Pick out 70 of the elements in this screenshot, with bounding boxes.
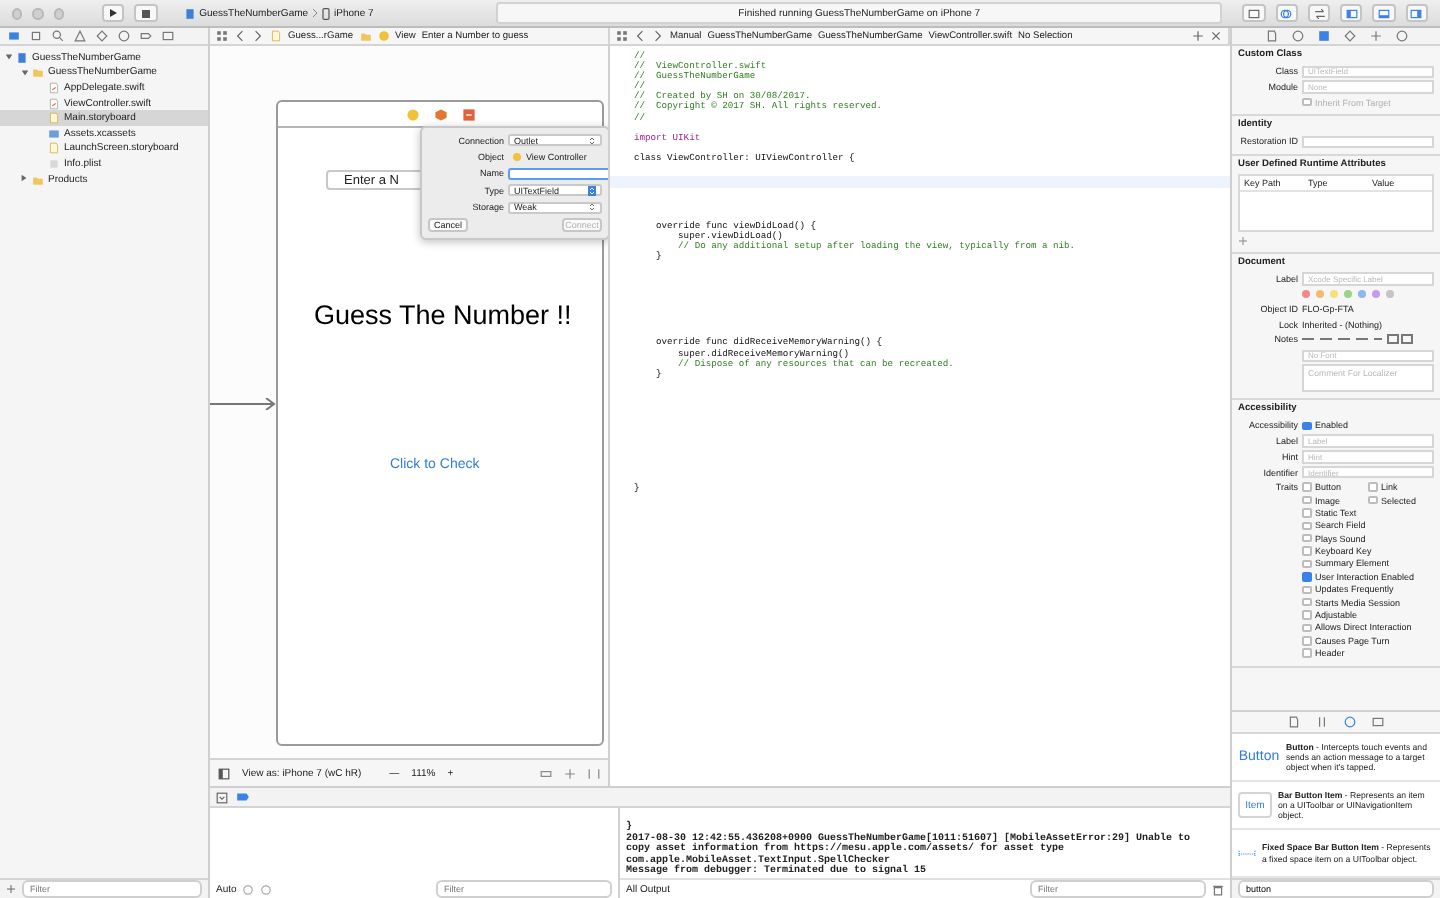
left-panel-icon xyxy=(1345,7,1358,19)
editor-icon xyxy=(1248,7,1261,19)
title-label: Guess The Number !! xyxy=(314,300,572,330)
assistant-editor-button[interactable] xyxy=(1275,4,1298,22)
grid-icon[interactable] xyxy=(216,30,228,42)
breakpoints-icon[interactable] xyxy=(236,792,250,802)
chevron-icon xyxy=(588,185,596,196)
label-color-swatch[interactable] xyxy=(1386,289,1394,298)
file-icon[interactable] xyxy=(1288,716,1300,728)
swift-file-icon xyxy=(48,81,60,94)
label-color-swatch[interactable] xyxy=(1330,289,1338,298)
close-icon[interactable] xyxy=(1210,30,1222,42)
swift-file-icon xyxy=(48,97,60,110)
breakpoint-icon[interactable] xyxy=(140,30,152,42)
run-button[interactable] xyxy=(102,4,125,22)
stop-icon xyxy=(141,9,150,17)
disclosure-icon[interactable] xyxy=(20,174,28,183)
label-color-swatch[interactable] xyxy=(1344,289,1352,298)
project-icon xyxy=(16,51,28,64)
label-color-swatch[interactable] xyxy=(1358,289,1366,298)
exit-icon[interactable] xyxy=(461,107,475,121)
entry-arrow xyxy=(210,398,276,410)
storyboard-file-icon xyxy=(48,112,60,125)
right-panel-icon xyxy=(1410,7,1423,19)
hide-debug-icon[interactable] xyxy=(216,791,228,803)
standard-editor-button[interactable] xyxy=(1242,4,1266,22)
forward-icon[interactable] xyxy=(652,30,664,42)
restoration-id-field[interactable] xyxy=(1302,135,1434,149)
grid-icon[interactable] xyxy=(616,30,628,42)
bottom-panel-icon xyxy=(1378,7,1391,19)
version-editor-button[interactable] xyxy=(1307,4,1331,22)
name-field[interactable] xyxy=(508,167,608,180)
storyboard-file-icon xyxy=(48,142,60,155)
project-icon xyxy=(183,7,196,19)
add-icon[interactable] xyxy=(6,884,16,894)
label-color-swatch[interactable] xyxy=(1316,289,1324,298)
back-icon[interactable] xyxy=(634,30,646,42)
asset-catalog-icon xyxy=(48,127,60,140)
view-controller-icon xyxy=(512,152,522,163)
add-icon[interactable] xyxy=(1238,235,1248,246)
rings-icon xyxy=(1280,7,1293,19)
diamond-icon[interactable] xyxy=(96,30,108,42)
back-icon[interactable] xyxy=(234,30,246,42)
stop-button[interactable] xyxy=(134,4,158,22)
fixed-space-icon xyxy=(1238,847,1256,859)
navigator-toggle-button[interactable] xyxy=(1340,4,1363,22)
search-icon[interactable] xyxy=(52,30,64,42)
inspector-toggle-button[interactable] xyxy=(1405,4,1428,22)
forward-icon[interactable] xyxy=(252,30,264,42)
debug-toggle-button[interactable] xyxy=(1372,4,1396,22)
scene-icon xyxy=(377,30,390,42)
cube-icon[interactable] xyxy=(433,107,447,121)
attributes-icon[interactable] xyxy=(1343,30,1355,42)
trash-icon[interactable] xyxy=(1212,883,1224,895)
phone-icon xyxy=(322,7,331,19)
folder-icon[interactable] xyxy=(8,30,20,42)
file-icon[interactable] xyxy=(1265,30,1277,42)
chevron-icon xyxy=(312,8,319,18)
label-color-swatch[interactable] xyxy=(1372,289,1380,298)
outline-toggle-icon[interactable] xyxy=(218,767,230,779)
folder-icon xyxy=(32,66,44,79)
folder-icon xyxy=(32,173,44,186)
add-icon[interactable] xyxy=(1192,30,1204,42)
arrows-icon xyxy=(1313,7,1326,19)
warning-icon[interactable] xyxy=(74,30,86,42)
square-icon[interactable] xyxy=(30,30,42,42)
plist-file-icon xyxy=(48,157,60,170)
play-icon xyxy=(108,8,119,18)
notes-format-toolbar[interactable] xyxy=(1302,334,1414,345)
label-color-swatch[interactable] xyxy=(1302,289,1310,298)
